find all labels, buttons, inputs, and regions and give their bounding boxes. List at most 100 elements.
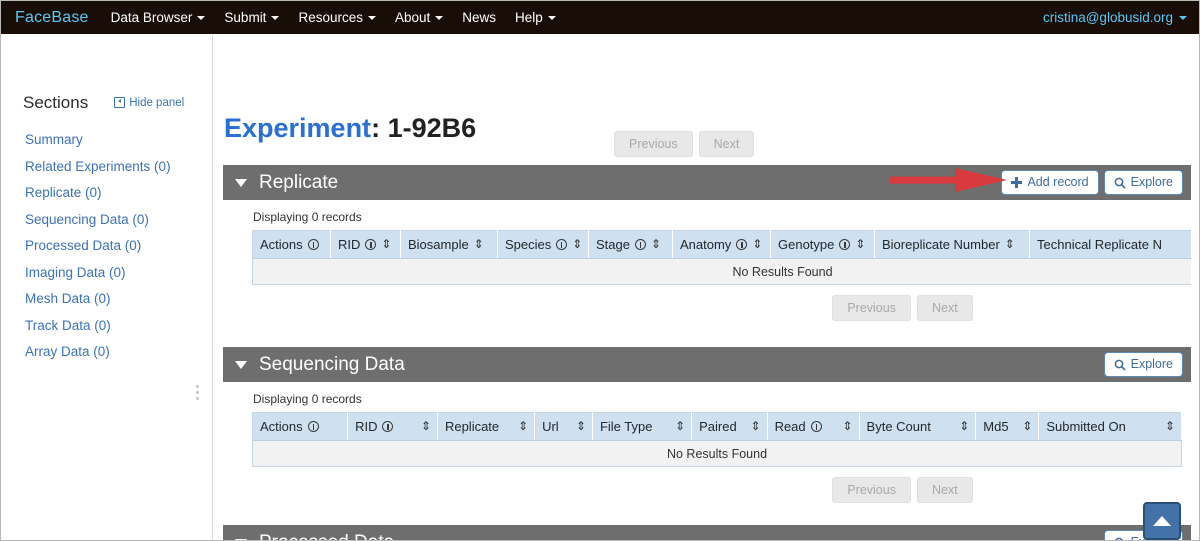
nav-item-resources[interactable]: Resources bbox=[298, 10, 376, 25]
info-icon[interactable] bbox=[365, 239, 377, 250]
column-header-paired[interactable]: Paired ⇕ bbox=[691, 412, 768, 441]
sidebar-item-track-data[interactable]: Track Data (0) bbox=[25, 313, 212, 340]
chevron-down-icon bbox=[435, 15, 444, 20]
column-label: RID bbox=[355, 419, 378, 434]
column-header-stage[interactable]: Stage ⇕ bbox=[588, 230, 673, 259]
sidebar-header: Sections Hide panel bbox=[1, 35, 212, 113]
sidebar-nav-list: Summary Related Experiments (0) Replicat… bbox=[1, 127, 212, 366]
nav-item-help[interactable]: Help bbox=[515, 10, 556, 25]
annotation-arrow bbox=[889, 168, 1007, 192]
sidebar-item-array-data[interactable]: Array Data (0) bbox=[25, 339, 212, 366]
sort-icon[interactable]: ⇕ bbox=[1165, 420, 1175, 433]
column-header-byte-count[interactable]: Byte Count ⇕ bbox=[859, 412, 977, 441]
previous-button[interactable]: Previous bbox=[832, 295, 911, 321]
section-title: Replicate bbox=[259, 171, 339, 193]
chevron-down-icon bbox=[197, 15, 206, 20]
sidebar-item-sequencing-data[interactable]: Sequencing Data (0) bbox=[25, 207, 212, 234]
next-button[interactable]: Next bbox=[916, 477, 973, 503]
section-header[interactable]: Processed Data Explore bbox=[223, 525, 1191, 540]
sidebar-item-summary[interactable]: Summary bbox=[25, 127, 212, 154]
column-header-file-type[interactable]: File Type ⇕ bbox=[592, 412, 693, 441]
column-header-genotype[interactable]: Genotype ⇕ bbox=[770, 230, 875, 259]
sections-sidebar: Sections Hide panel Summary Related Expe… bbox=[1, 35, 213, 540]
table-row: No Results Found bbox=[252, 440, 1182, 467]
section-actions: Explore bbox=[1103, 352, 1183, 377]
sort-icon[interactable]: ⇕ bbox=[752, 238, 762, 251]
sidebar-item-related-experiments[interactable]: Related Experiments (0) bbox=[25, 154, 212, 181]
user-menu[interactable]: cristina@globusid.org bbox=[1043, 10, 1187, 25]
column-header-submitted-on[interactable]: Submitted On ⇕ bbox=[1038, 412, 1182, 441]
sidebar-item-mesh-data[interactable]: Mesh Data (0) bbox=[25, 286, 212, 313]
no-results-message: No Results Found bbox=[252, 440, 1182, 467]
sidebar-item-replicate[interactable]: Replicate (0) bbox=[25, 180, 212, 207]
sort-icon[interactable]: ⇕ bbox=[751, 420, 761, 433]
previous-button[interactable]: Previous bbox=[832, 477, 911, 503]
info-icon[interactable] bbox=[307, 421, 319, 432]
column-header-technical-replicate-number[interactable]: Technical Replicate N bbox=[1029, 230, 1191, 259]
nav-item-data-browser[interactable]: Data Browser bbox=[111, 10, 206, 25]
info-icon[interactable] bbox=[810, 421, 822, 432]
sort-icon[interactable]: ⇕ bbox=[421, 420, 431, 433]
sidebar-resize-handle[interactable] bbox=[196, 385, 199, 400]
nav-label: About bbox=[394, 10, 431, 25]
sort-icon[interactable]: ⇕ bbox=[675, 420, 685, 433]
chevron-down-icon bbox=[271, 15, 280, 20]
page-title-value: 1-92B6 bbox=[387, 113, 477, 144]
sort-icon[interactable]: ⇕ bbox=[576, 420, 586, 433]
sort-icon[interactable]: ⇕ bbox=[1005, 238, 1015, 251]
sort-icon[interactable]: ⇕ bbox=[843, 420, 853, 433]
section-header[interactable]: Replicate Add record Explore bbox=[223, 165, 1191, 200]
next-button[interactable]: Next bbox=[916, 295, 973, 321]
sort-icon[interactable]: ⇕ bbox=[1022, 420, 1032, 433]
sidebar-item-imaging-data[interactable]: Imaging Data (0) bbox=[25, 260, 212, 287]
sort-icon[interactable]: ⇕ bbox=[855, 238, 865, 251]
column-header-biosample[interactable]: Biosample ⇕ bbox=[400, 230, 498, 259]
info-icon[interactable] bbox=[556, 239, 568, 250]
sort-icon[interactable]: ⇕ bbox=[651, 238, 661, 251]
info-icon[interactable] bbox=[839, 239, 851, 250]
sort-icon[interactable]: ⇕ bbox=[381, 238, 391, 251]
nav-item-news[interactable]: News bbox=[462, 10, 496, 25]
sort-icon[interactable]: ⇕ bbox=[959, 420, 969, 433]
column-label: Stage bbox=[596, 237, 630, 252]
column-header-actions[interactable]: Actions bbox=[252, 412, 349, 441]
column-label: Biosample bbox=[408, 237, 469, 252]
column-header-rid[interactable]: RID ⇕ bbox=[330, 230, 401, 259]
search-icon bbox=[1114, 537, 1123, 540]
hide-panel-button[interactable]: Hide panel bbox=[114, 97, 184, 109]
info-icon[interactable] bbox=[382, 421, 394, 432]
page-title: Experiment: 1-92B6 bbox=[224, 113, 476, 144]
sort-icon[interactable]: ⇕ bbox=[572, 238, 582, 251]
scroll-to-top-button[interactable] bbox=[1143, 502, 1181, 540]
column-header-md5[interactable]: Md5 ⇕ bbox=[975, 412, 1040, 441]
explore-button[interactable]: Explore bbox=[1103, 170, 1183, 195]
column-header-anatomy[interactable]: Anatomy ⇕ bbox=[672, 230, 771, 259]
previous-button[interactable]: Previous bbox=[614, 131, 693, 157]
column-label: Actions bbox=[260, 419, 303, 434]
sidebar-item-processed-data[interactable]: Processed Data (0) bbox=[25, 233, 212, 260]
nav-item-submit[interactable]: Submit bbox=[224, 10, 280, 25]
column-header-bioreplicate-number[interactable]: Bioreplicate Number ⇕ bbox=[874, 230, 1030, 259]
info-icon[interactable] bbox=[634, 239, 646, 250]
sort-icon[interactable]: ⇕ bbox=[518, 420, 528, 433]
column-header-read[interactable]: Read ⇕ bbox=[767, 412, 860, 441]
column-label: Read bbox=[774, 419, 806, 434]
sort-icon[interactable]: ⇕ bbox=[474, 238, 484, 251]
section-header[interactable]: Sequencing Data Explore bbox=[223, 347, 1191, 382]
section-processed-data: Processed Data Explore bbox=[223, 525, 1191, 540]
column-header-url[interactable]: Url ⇕ bbox=[534, 412, 593, 441]
nav-label: News bbox=[462, 10, 497, 25]
explore-button[interactable]: Explore bbox=[1103, 352, 1183, 377]
column-header-rid[interactable]: RID ⇕ bbox=[347, 412, 438, 441]
section-sequencing-data: Sequencing Data Explore Displaying 0 rec… bbox=[223, 347, 1191, 503]
info-icon[interactable] bbox=[736, 239, 748, 250]
column-header-actions[interactable]: Actions bbox=[252, 230, 331, 259]
column-header-species[interactable]: Species ⇕ bbox=[497, 230, 589, 259]
info-icon[interactable] bbox=[307, 239, 319, 250]
table-scroll-area: Actions RID ⇕ Replicate ⇕ Url ⇕ File Typ… bbox=[223, 412, 1191, 467]
brand-logo[interactable]: FaceBase bbox=[15, 9, 89, 27]
column-header-replicate[interactable]: Replicate ⇕ bbox=[437, 412, 536, 441]
add-record-button[interactable]: Add record bbox=[1001, 170, 1099, 195]
next-button[interactable]: Next bbox=[698, 131, 755, 157]
nav-item-about[interactable]: About bbox=[394, 10, 444, 25]
